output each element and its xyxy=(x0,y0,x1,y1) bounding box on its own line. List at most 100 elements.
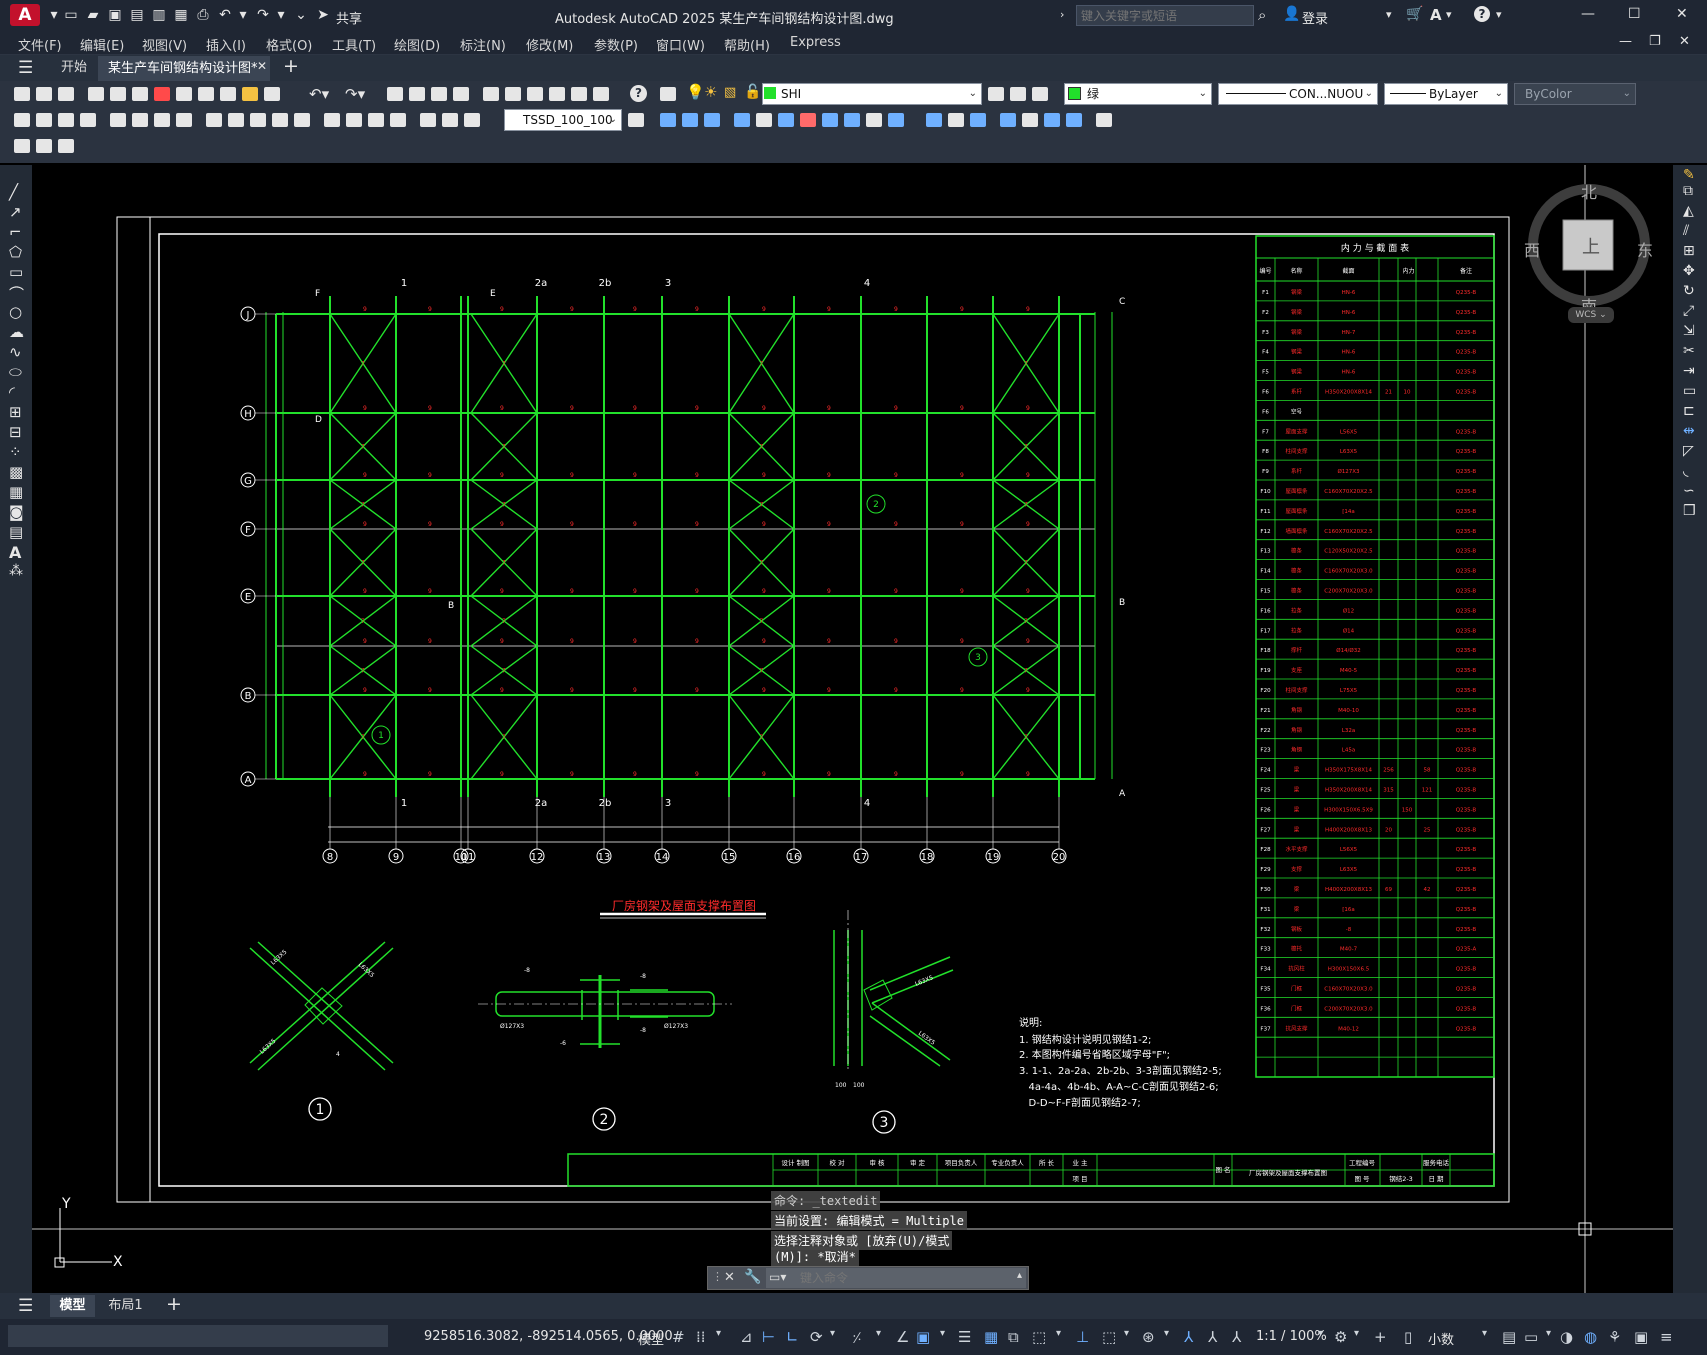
dimstyle-manager-icon[interactable] xyxy=(628,113,644,127)
hamburger-menu-icon[interactable]: ☰ xyxy=(18,58,33,78)
menu-edit[interactable]: 编辑(E) xyxy=(80,35,124,54)
ordinate-dim-icon[interactable] xyxy=(80,113,96,127)
ucs-world-icon[interactable] xyxy=(682,113,698,127)
lineweight-dropdown[interactable]: ByLayer ⌄ xyxy=(1384,83,1508,105)
app-dropdown-icon[interactable]: ▾ xyxy=(1446,8,1452,21)
rectangle-icon[interactable]: ▭ xyxy=(9,263,23,281)
tab-model[interactable]: 模型 xyxy=(50,1295,95,1317)
polygon-icon[interactable]: ⬠ xyxy=(9,243,22,261)
menu-parameters[interactable]: 参数(P) xyxy=(594,35,638,54)
ortho-icon[interactable]: ∟ xyxy=(786,1328,799,1346)
scale-icon[interactable]: ⤢ xyxy=(1683,303,1694,319)
ucs-icon[interactable] xyxy=(660,113,676,127)
new-tab-icon[interactable]: + xyxy=(283,55,299,77)
dim-update-icon[interactable] xyxy=(464,113,480,127)
workspace-icon[interactable]: ⚙ xyxy=(1334,1328,1347,1346)
polar-tracking-icon[interactable]: ⟳ xyxy=(810,1328,823,1346)
revision-cloud-icon[interactable]: ☁ xyxy=(9,323,24,341)
save-icon[interactable]: ▣ xyxy=(106,7,124,23)
search-expand-icon[interactable]: › xyxy=(1060,8,1064,21)
customization-icon[interactable]: ≡ xyxy=(1660,1328,1673,1346)
rotate-icon[interactable]: ↻ xyxy=(1683,283,1695,299)
baseline-dim-icon[interactable] xyxy=(228,113,244,127)
command-input-box[interactable]: ▭▾ ▴ xyxy=(766,1268,1026,1288)
join-icon[interactable]: ⇹ xyxy=(1683,423,1695,439)
help-dropdown-icon[interactable]: ▾ xyxy=(1496,8,1502,21)
ellipse-arc-icon[interactable]: ◜ xyxy=(9,383,15,401)
menu-tools[interactable]: 工具(T) xyxy=(332,35,376,54)
block-attribute-icon[interactable] xyxy=(36,139,52,153)
layer-unlock-icon[interactable]: 🔓 xyxy=(744,84,761,100)
command-grip-icon[interactable]: ⋮ xyxy=(712,1270,723,1283)
gizmo-icon[interactable]: ⊛ xyxy=(1142,1328,1155,1346)
edit-attribute-icon[interactable] xyxy=(14,139,30,153)
customize-quick-access-icon[interactable]: ⌄ xyxy=(292,7,310,23)
infer-constraints-icon[interactable]: ⊿ xyxy=(740,1328,753,1346)
quick-dim-icon[interactable] xyxy=(206,113,222,127)
publish-icon[interactable] xyxy=(132,87,148,101)
transparency-icon[interactable]: ▦ xyxy=(984,1328,998,1346)
line-icon[interactable]: ╱ xyxy=(9,183,18,201)
linear-dim-icon[interactable] xyxy=(14,113,30,127)
ucs-z-icon[interactable] xyxy=(926,113,942,127)
command-input[interactable] xyxy=(800,1269,972,1287)
copy-object-icon[interactable]: ⧉ xyxy=(1683,183,1693,199)
app-menu-arrow-icon[interactable]: ▾ xyxy=(45,7,63,23)
menu-view[interactable]: 视图(V) xyxy=(142,35,187,54)
minimize-icon[interactable]: — xyxy=(1581,6,1595,22)
layer-thaw-icon[interactable]: ☀ xyxy=(704,83,717,101)
snap-icon[interactable]: ⁞⁞ xyxy=(696,1328,706,1346)
cut-icon[interactable] xyxy=(176,87,192,101)
application-menu-button[interactable]: A xyxy=(10,4,40,26)
hatch-icon[interactable]: ▩ xyxy=(9,463,23,481)
table-icon[interactable]: ▤ xyxy=(9,523,23,541)
block-editor-icon[interactable] xyxy=(264,87,280,101)
layer-properties-icon[interactable] xyxy=(660,87,676,101)
redo-dropdown-icon[interactable]: ▾ xyxy=(272,7,290,23)
close-icon[interactable]: ✕ xyxy=(1676,6,1688,22)
share-button[interactable]: 共享 xyxy=(336,8,362,27)
view-bottom-icon[interactable] xyxy=(1022,113,1038,127)
dynamic-ucs-icon[interactable]: ⊥ xyxy=(1076,1328,1089,1346)
annotation-visibility-icon[interactable]: ⅄ xyxy=(1184,1328,1193,1346)
dim-space-icon[interactable] xyxy=(272,113,288,127)
zoom-realtime-icon[interactable] xyxy=(409,87,425,101)
annotation-scale-icon[interactable]: ⅄ xyxy=(1232,1328,1241,1346)
undo-dropdown-icon[interactable]: ▾ xyxy=(234,7,252,23)
layer-states-icon[interactable] xyxy=(1032,87,1048,101)
plot-icon[interactable]: ⎙ xyxy=(194,7,212,23)
lock-dropdown-icon[interactable]: ▾ xyxy=(1546,1328,1551,1339)
menu-draw[interactable]: 绘图(D) xyxy=(394,35,440,54)
menu-insert[interactable]: 插入(I) xyxy=(206,35,246,54)
view-iso-icon[interactable] xyxy=(1096,113,1112,127)
dimstyle-dropdown[interactable]: TSSD_100_100 ⌄ xyxy=(504,109,622,131)
plot-tb-icon[interactable] xyxy=(88,87,104,101)
save-as-icon[interactable]: ▤ xyxy=(128,7,146,23)
units-dropdown-icon[interactable]: ▾ xyxy=(1482,1328,1487,1339)
view-right-icon[interactable] xyxy=(1066,113,1082,127)
save-tb-icon[interactable] xyxy=(58,87,74,101)
fillet-icon[interactable]: ◟ xyxy=(1683,463,1688,479)
mirror-icon[interactable]: ◭ xyxy=(1683,203,1694,219)
dynamic-input-icon[interactable]: ⊢ xyxy=(762,1328,775,1346)
tab-document[interactable]: 某生产车间钢结构设计图* xyxy=(98,56,270,81)
linetype-dropdown[interactable]: CON...NUOU ⌄ xyxy=(1218,83,1378,105)
new-layout-icon[interactable]: + xyxy=(166,1293,182,1315)
ucs-y-icon[interactable] xyxy=(888,113,904,127)
ucs-apply-icon[interactable] xyxy=(948,113,964,127)
model-space-toggle[interactable]: 模型 xyxy=(638,1329,664,1348)
zoom-window-icon[interactable] xyxy=(431,87,447,101)
polar-dropdown-icon[interactable]: ▾ xyxy=(830,1328,835,1339)
selection-cycling-icon[interactable]: ⧉ xyxy=(1008,1328,1019,1346)
plotstyle-dropdown[interactable]: ByColor ⌄ xyxy=(1514,83,1636,105)
help-icon[interactable]: ? xyxy=(1474,6,1490,22)
menu-file[interactable]: 文件(F) xyxy=(18,35,62,54)
save-to-web-icon[interactable]: ▦ xyxy=(172,7,190,23)
arc-length-icon[interactable] xyxy=(58,113,74,127)
diameter-dim-icon[interactable] xyxy=(154,113,170,127)
annotation-scale-value[interactable]: 1:1 / 100% xyxy=(1256,1329,1327,1344)
sheet-set-icon[interactable] xyxy=(549,87,565,101)
layer-viewport-icon[interactable]: ▧ xyxy=(724,85,736,100)
tab-layout1[interactable]: 布局1 xyxy=(103,1295,148,1317)
annotation-monitor-icon[interactable]: + xyxy=(1374,1328,1387,1346)
